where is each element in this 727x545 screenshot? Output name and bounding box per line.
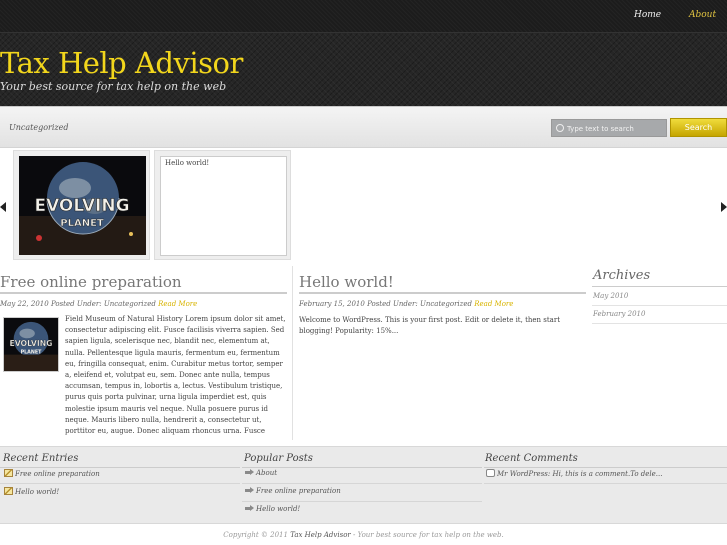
post-date: May 22, 2010 bbox=[0, 300, 49, 308]
footer-widgets: Recent Entries Free online preparation H… bbox=[0, 446, 727, 524]
comment-bubble-icon bbox=[486, 469, 495, 477]
post-meta: May 22, 2010 Posted Under: Uncategorized… bbox=[0, 300, 197, 308]
post-category-link[interactable]: Uncategorized bbox=[420, 300, 472, 308]
column-divider bbox=[292, 266, 293, 440]
slide-evolving-planet[interactable]: EVOLVING PLANET bbox=[13, 150, 150, 260]
widget-divider bbox=[0, 467, 240, 468]
footer-site-link[interactable]: Tax Help Advisor bbox=[290, 531, 351, 539]
category-link-uncategorized[interactable]: Uncategorized bbox=[9, 123, 68, 132]
featured-slider: EVOLVING PLANET Hello world! bbox=[0, 148, 727, 264]
widget-item-divider bbox=[242, 501, 482, 502]
search-icon bbox=[556, 124, 564, 132]
post-excerpt: Field Museum of Natural History Lorem ip… bbox=[65, 315, 286, 436]
arrow-right-icon bbox=[245, 487, 254, 494]
posted-under-label: Posted Under: bbox=[367, 300, 418, 308]
slide-hello-world[interactable]: Hello world! bbox=[154, 150, 291, 260]
recent-comments-title: Recent Comments bbox=[485, 453, 578, 464]
post-title-hello-world[interactable]: Hello world! bbox=[299, 273, 394, 291]
popular-post-link[interactable]: About bbox=[245, 469, 277, 477]
copyright-line: Copyright © 2011 Tax Help Advisor - Your… bbox=[0, 531, 727, 539]
archives-divider bbox=[592, 286, 727, 287]
archive-link-may-2010[interactable]: May 2010 bbox=[593, 292, 628, 300]
site-description: Your best source for tax help on the web bbox=[0, 80, 227, 93]
edit-pencil-icon bbox=[4, 487, 13, 495]
recent-comment-label: Mr WordPress: Hi, this is a comment.To d… bbox=[497, 470, 663, 478]
site-header: Home About Tax Help Advisor Your best so… bbox=[0, 0, 727, 106]
post-excerpt: Welcome to WordPress. This is your first… bbox=[299, 316, 561, 335]
post-date: February 15, 2010 bbox=[299, 300, 365, 308]
slider-prev-arrow-icon[interactable] bbox=[0, 202, 6, 212]
slide2-text: Hello world! bbox=[165, 159, 210, 167]
arrow-right-icon bbox=[245, 469, 254, 476]
popular-post-link[interactable]: Hello world! bbox=[245, 505, 300, 513]
recent-entry-link[interactable]: Hello world! bbox=[4, 487, 59, 496]
recent-entries-title: Recent Entries bbox=[3, 453, 79, 464]
site-title[interactable]: Tax Help Advisor bbox=[0, 46, 243, 80]
recent-comment-link[interactable]: Mr WordPress: Hi, this is a comment.To d… bbox=[486, 469, 662, 478]
post-title-free-online-preparation[interactable]: Free online preparation bbox=[0, 273, 182, 291]
post-title-divider bbox=[299, 292, 586, 294]
archives-title: Archives bbox=[593, 268, 651, 283]
thumb-text-line1: EVOLVING bbox=[9, 339, 52, 348]
search-input[interactable] bbox=[567, 123, 665, 135]
edit-pencil-icon bbox=[4, 469, 13, 477]
page: Home About Tax Help Advisor Your best so… bbox=[0, 0, 727, 545]
top-navigation: Home About bbox=[0, 0, 727, 33]
widget-divider bbox=[484, 467, 727, 468]
nav-home-link[interactable]: Home bbox=[634, 10, 661, 20]
post-meta: February 15, 2010 Posted Under: Uncatego… bbox=[299, 300, 513, 308]
copyright-suffix: - Your best source for tax help on the w… bbox=[352, 531, 504, 539]
widget-item-divider bbox=[0, 483, 240, 484]
post-thumbnail-image[interactable]: EVOLVING PLANET bbox=[3, 317, 59, 372]
slide2-content-box: Hello world! bbox=[160, 156, 287, 256]
category-search-bar: Uncategorized Search bbox=[0, 106, 727, 148]
recent-entry-link[interactable]: Free online preparation bbox=[4, 469, 100, 478]
widget-item-divider bbox=[484, 483, 727, 484]
archive-divider bbox=[592, 305, 727, 306]
archive-divider bbox=[592, 323, 727, 324]
archive-link-february-2010[interactable]: February 2010 bbox=[593, 310, 645, 318]
posted-under-label: Posted Under: bbox=[50, 300, 102, 308]
slider-next-arrow-icon[interactable] bbox=[721, 202, 727, 212]
evolving-planet-image: EVOLVING PLANET bbox=[19, 156, 146, 255]
popular-post-label: About bbox=[256, 469, 278, 477]
popular-post-link[interactable]: Free online preparation bbox=[245, 487, 341, 495]
arrow-right-icon bbox=[245, 505, 254, 512]
popular-post-label: Free online preparation bbox=[256, 487, 341, 495]
search-box[interactable] bbox=[551, 119, 667, 137]
nav-about-link[interactable]: About bbox=[689, 10, 716, 20]
recent-entry-label: Hello world! bbox=[15, 488, 60, 496]
copyright-prefix: Copyright © 2011 bbox=[223, 531, 288, 539]
popular-post-label: Hello world! bbox=[256, 505, 301, 513]
post-category-link[interactable]: Uncategorized bbox=[104, 300, 156, 308]
thumb-text-line2: PLANET bbox=[21, 350, 43, 356]
post-title-divider bbox=[0, 292, 287, 294]
read-more-link[interactable]: Read More bbox=[474, 300, 513, 308]
widget-item-divider bbox=[242, 483, 482, 484]
popular-posts-title: Popular Posts bbox=[244, 453, 313, 464]
recent-entry-label: Free online preparation bbox=[15, 470, 100, 478]
search-button[interactable]: Search bbox=[670, 118, 727, 137]
widget-divider bbox=[242, 467, 482, 468]
slide1-text-line2: PLANET bbox=[60, 218, 104, 229]
slide1-text-line1: EVOLVING bbox=[34, 196, 129, 216]
read-more-link[interactable]: Read More bbox=[158, 300, 197, 308]
